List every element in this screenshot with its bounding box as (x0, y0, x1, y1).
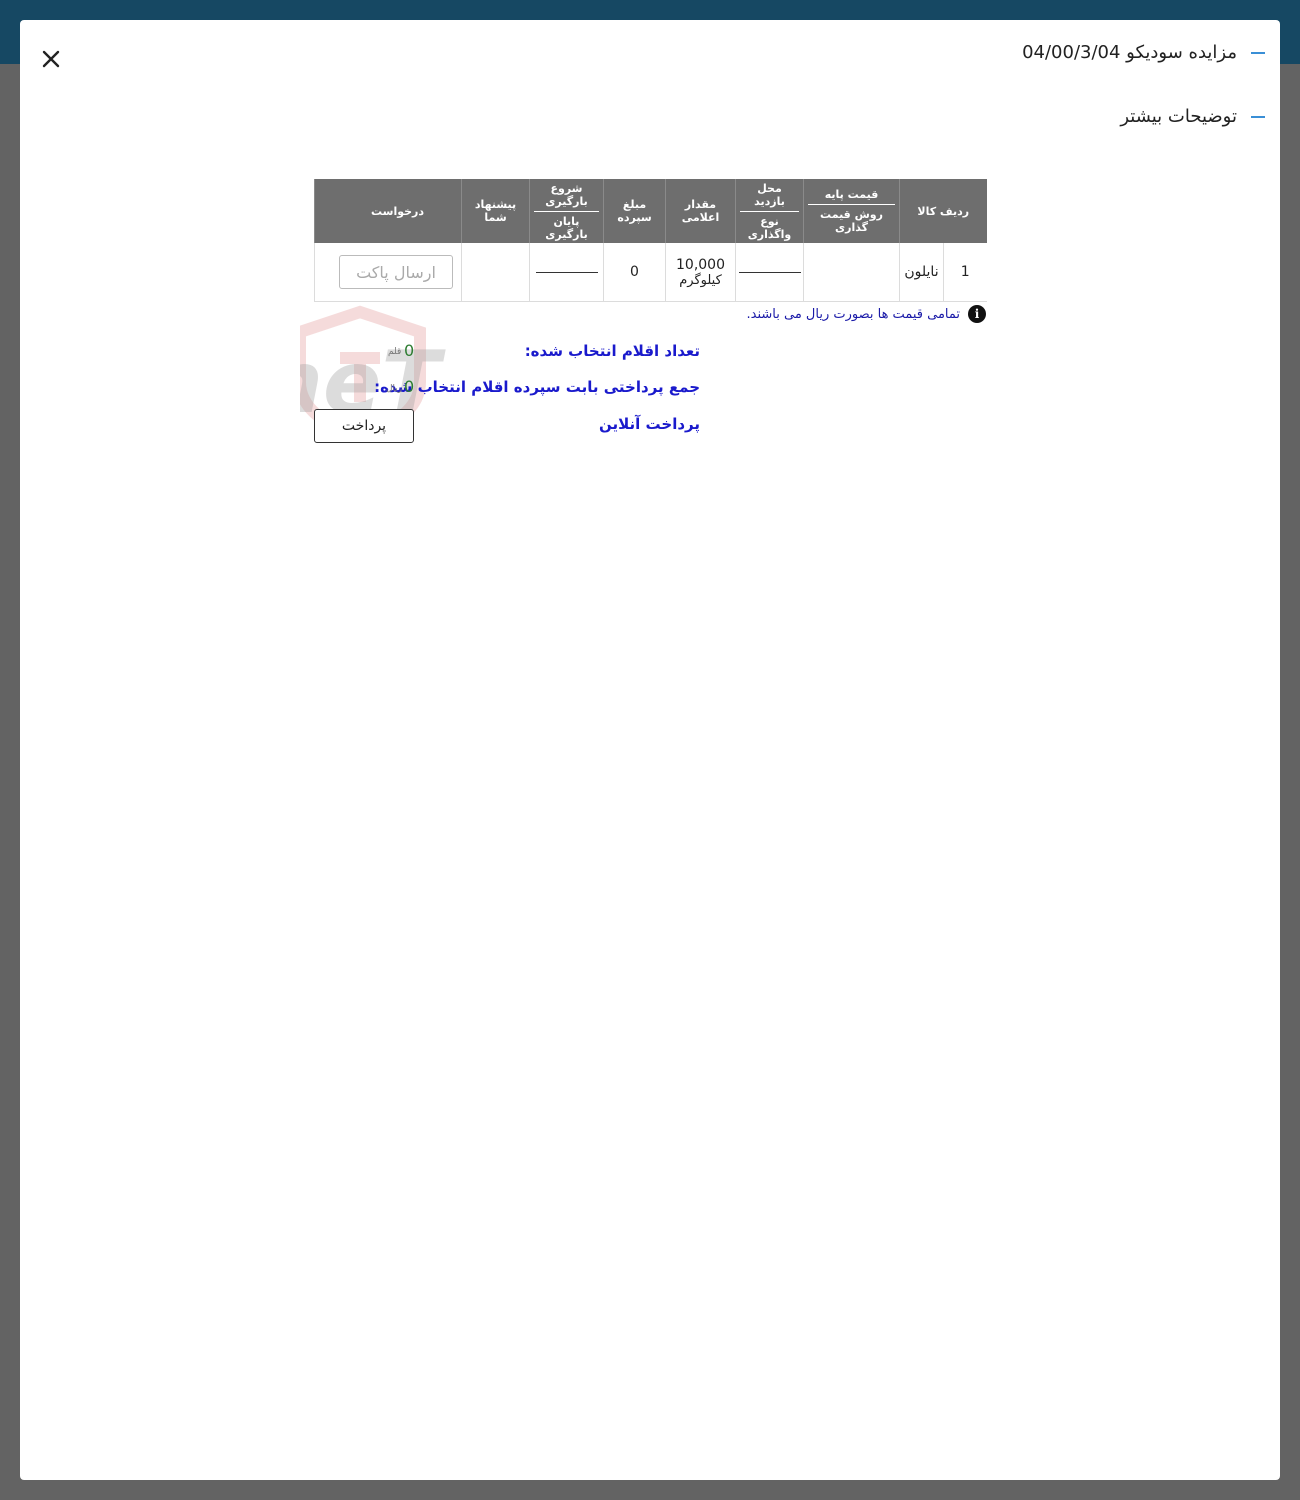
header-your-offer: پیشنهاد شما (461, 179, 530, 243)
request-cell: ارسال پاکت (314, 243, 462, 302)
header-pricing-method-label: روش قیمت گذاری (820, 208, 883, 234)
currency-note-text: تمامی قیمت ها بصورت ریال می باشند. (746, 306, 961, 322)
header-base-price-label: قیمت پایه (808, 188, 895, 205)
empty-value-line (738, 271, 801, 273)
send-packet-button[interactable]: ارسال پاکت (339, 255, 453, 289)
tender-items-table: ردیف کالا قیمت پایه روش قیمت گذاری محل ب… (314, 179, 987, 302)
loading-cell (529, 243, 604, 302)
modal-title-row: مزایده سودیکو 04/00/3/04 (1022, 42, 1265, 63)
empty-value-line (535, 271, 598, 273)
more-info-toggle[interactable]: توضیحات بیشتر (1120, 106, 1265, 127)
deposit-total-unit: ریال (386, 384, 403, 394)
header-base-price: قیمت پایه روش قیمت گذاری (803, 179, 900, 243)
deposit-total-label: جمع پرداختی بابت سپرده اقلام انتخاب شده: (374, 378, 700, 396)
header-visit-location-label: محل بازدید (740, 182, 799, 212)
title-dash (1251, 51, 1265, 54)
item-name-cell: نایلون (898, 243, 944, 302)
more-info-label: توضیحات بیشتر (1120, 106, 1237, 127)
offer-cell (461, 243, 530, 302)
header-loading-start-label: شروع بارگیری (534, 182, 599, 212)
row-number-cell: 1 (943, 243, 987, 302)
pay-button[interactable]: پرداخت (314, 409, 414, 443)
header-announced-amount: مقدار اعلامی (665, 179, 736, 243)
amount-value: 10,000 (676, 256, 725, 273)
online-payment-label: پرداخت آنلاین (598, 415, 700, 433)
header-visit: محل بازدید نوع واگذاری (735, 179, 804, 243)
header-request: درخواست (314, 179, 462, 243)
amount-unit: کیلوگرم (679, 272, 722, 288)
header-row-item: ردیف کالا (898, 179, 987, 243)
info-icon: i (968, 305, 986, 323)
header-assignment-type-label: نوع واگذاری (747, 214, 792, 241)
tender-details-modal: مزایده سودیکو 04/00/3/04 توضیحات بیشتر ر… (20, 20, 1280, 1480)
selected-count-label: تعداد اقلام انتخاب شده: (524, 342, 700, 360)
close-icon[interactable] (38, 46, 64, 72)
header-deposit-amount: مبلغ سپرده (603, 179, 666, 243)
deposit-total-value: 0 (404, 377, 415, 396)
base-price-cell (803, 243, 900, 302)
currency-note: i تمامی قیمت ها بصورت ریال می باشند. (744, 304, 986, 324)
selected-count-value: 0 (404, 341, 415, 360)
header-loading-end-label: پایان بارگیری (545, 214, 588, 241)
announced-amount-cell: 10,000 کیلوگرم (665, 243, 736, 302)
visit-cell (735, 243, 804, 302)
selected-count-unit: قلم (388, 347, 402, 357)
modal-title: مزایده سودیکو 04/00/3/04 (1022, 42, 1237, 63)
deposit-cell: 0 (603, 243, 666, 302)
header-loading: شروع بارگیری پایان بارگیری (529, 179, 604, 243)
more-info-dash (1251, 115, 1265, 118)
table-row: 1 نایلون 10,000 کیلوگرم 0 ارسال پاکت (314, 243, 987, 302)
